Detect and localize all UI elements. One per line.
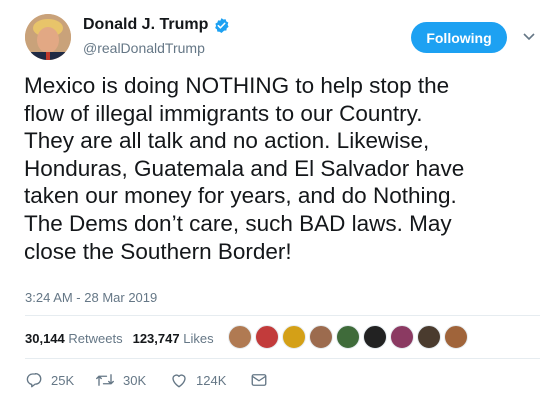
like-icon [172,374,186,388]
retweets-label: Retweets [68,331,123,346]
reply-icon [26,372,42,388]
chevron-down-icon[interactable] [523,32,535,42]
retweets-stat[interactable]: 30,144 Retweets [25,331,123,346]
tweet-timestamp[interactable]: 3:24 AM - 28 Mar 2019 [25,290,157,305]
retweet-count: 30K [123,372,147,388]
liker-avatar[interactable] [390,325,414,349]
likes-label: Likes [183,331,214,346]
liker-avatar[interactable] [336,325,360,349]
liker-avatars [228,325,471,349]
liker-avatar[interactable] [309,325,333,349]
direct-message-button[interactable] [250,371,268,389]
reply-button[interactable]: 25K [25,371,95,389]
direct-message-icon [251,374,267,386]
liker-avatar[interactable] [417,325,441,349]
display-name[interactable]: Donald J. Trump [83,16,208,34]
divider [25,358,540,359]
verified-badge-icon [215,17,229,33]
likes-count: 123,747 [132,331,180,346]
liker-avatar[interactable] [363,325,387,349]
following-button[interactable]: Following [411,22,507,53]
like-button[interactable]: 124K [170,371,250,389]
divider [25,315,540,316]
tweet-actions: 25K 30K 124K [25,371,268,389]
liker-avatar[interactable] [255,325,279,349]
reply-count: 25K [51,372,75,388]
retweet-icon [96,374,114,386]
tweet-text: Mexico is doing NOTHING to help stop the… [24,73,465,264]
likes-stat[interactable]: 123,747 Likes [133,331,214,346]
profile-photo [25,14,71,60]
like-count: 124K [196,372,227,388]
liker-avatar[interactable] [228,325,252,349]
avatar[interactable] [25,14,71,60]
retweet-button[interactable]: 30K [95,371,170,389]
liker-avatar[interactable] [282,325,306,349]
liker-avatar[interactable] [444,325,468,349]
retweets-count: 30,144 [25,331,65,346]
engagement-stats: 30,144 Retweets 123,747 Likes [25,331,224,346]
author-name-row: Donald J. Trump [83,16,230,34]
user-handle[interactable]: @realDonaldTrump [83,40,205,56]
